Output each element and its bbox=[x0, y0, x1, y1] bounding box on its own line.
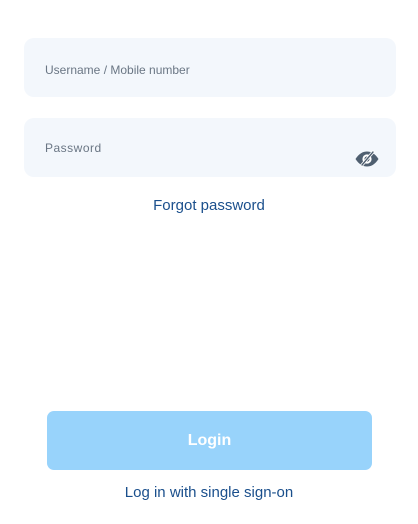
password-input[interactable] bbox=[45, 140, 348, 156]
eye-slash-icon[interactable] bbox=[354, 149, 380, 169]
login-button[interactable]: Login bbox=[47, 411, 372, 470]
sso-login-link[interactable]: Log in with single sign-on bbox=[0, 484, 418, 501]
username-input[interactable] bbox=[45, 62, 348, 78]
forgot-password-link[interactable]: Forgot password bbox=[0, 197, 418, 214]
username-field[interactable] bbox=[24, 38, 396, 97]
password-field[interactable] bbox=[24, 118, 396, 177]
